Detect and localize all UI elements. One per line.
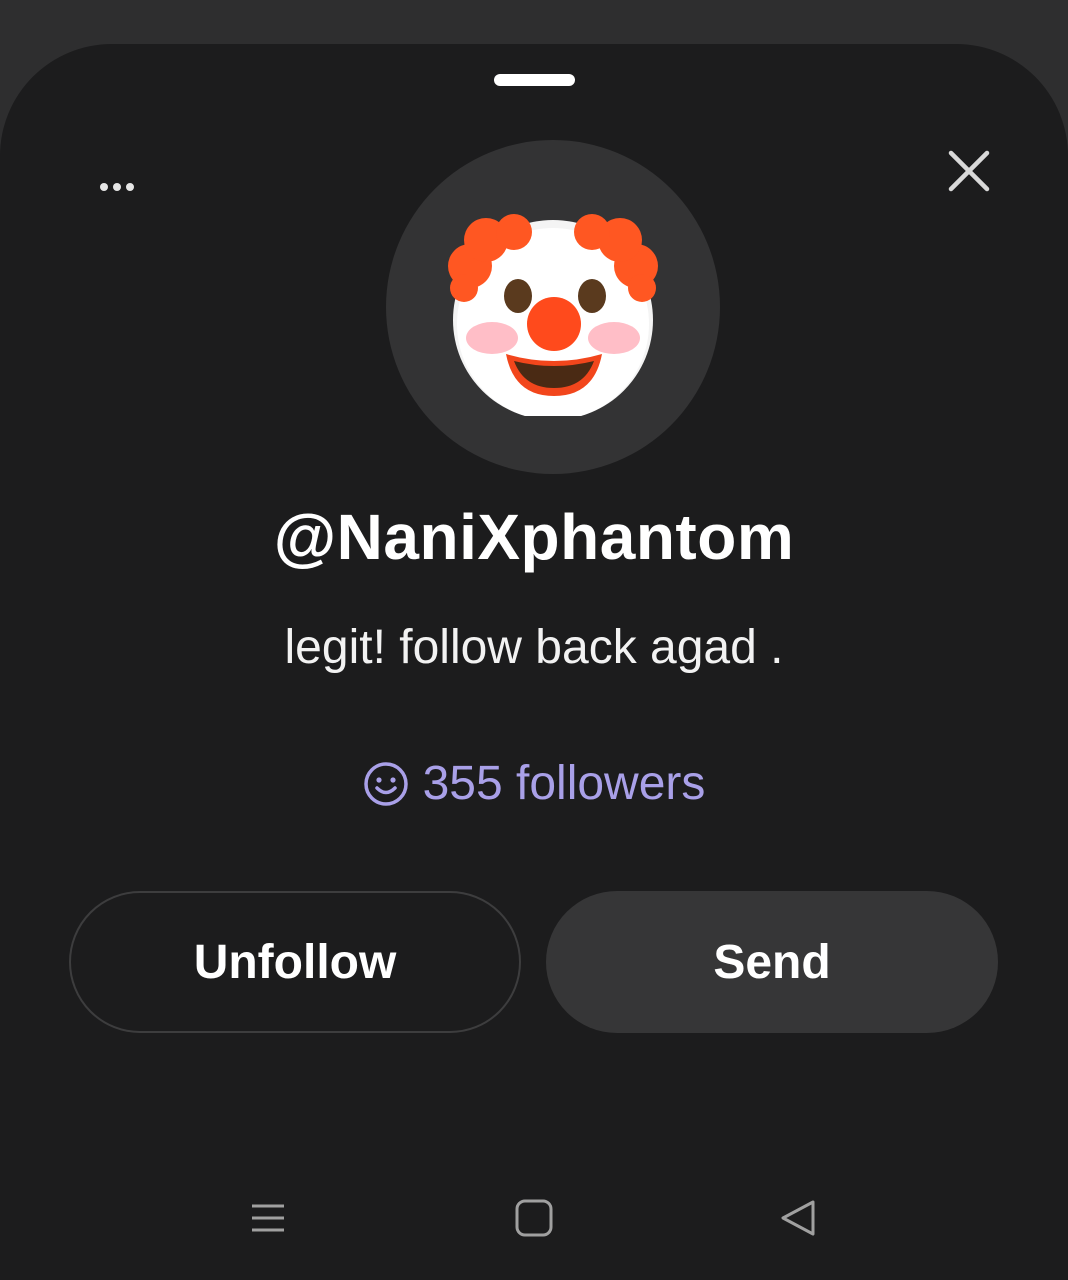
clown-face-icon (448, 214, 658, 416)
more-dot (126, 183, 134, 191)
close-icon (948, 150, 990, 192)
more-dot (113, 183, 121, 191)
smiley-icon (363, 761, 408, 806)
more-dot (100, 183, 108, 191)
profile-bio: legit! follow back agad . (284, 621, 784, 674)
back-icon (781, 1200, 815, 1236)
nav-home-button[interactable] (506, 1190, 562, 1246)
unfollow-button[interactable]: Unfollow (69, 891, 521, 1033)
send-button[interactable]: Send (546, 891, 998, 1033)
profile-username: @NaniXphantom (273, 501, 795, 573)
followers-count: 355 followers (422, 757, 706, 810)
close-button[interactable] (940, 142, 998, 200)
followers-link[interactable]: 355 followers (0, 756, 1068, 811)
nav-recent-apps-button[interactable] (240, 1190, 296, 1246)
recent-apps-icon (252, 1204, 284, 1232)
home-icon (515, 1199, 553, 1237)
drag-handle[interactable] (494, 74, 575, 86)
nav-back-button[interactable] (770, 1190, 826, 1246)
more-options-button[interactable] (88, 168, 146, 206)
avatar[interactable] (386, 140, 720, 474)
